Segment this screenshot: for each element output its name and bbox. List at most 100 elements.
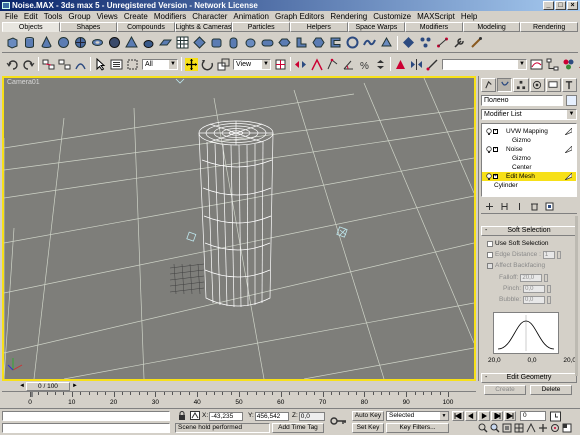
unlink-icon[interactable] xyxy=(58,58,71,71)
link-icon[interactable] xyxy=(42,58,55,71)
menu-views[interactable]: Views xyxy=(94,11,121,22)
object-color-swatch[interactable] xyxy=(566,95,577,106)
spinner-snap-icon[interactable] xyxy=(374,58,387,71)
modify-tab-icon[interactable] xyxy=(497,78,513,92)
teapot-icon[interactable] xyxy=(142,36,155,49)
set-key-button[interactable]: Set Key xyxy=(352,423,384,433)
cone-icon[interactable] xyxy=(40,36,53,49)
selection-filter-dropdown[interactable]: All ▼ xyxy=(142,58,178,70)
create-tab-icon[interactable] xyxy=(481,78,497,92)
tab-modeling[interactable]: Modeling xyxy=(462,22,521,32)
scale-icon[interactable] xyxy=(217,58,230,71)
spinner-arrows-icon[interactable] xyxy=(556,250,561,259)
menu-rendering[interactable]: Rendering xyxy=(327,11,370,22)
time-slider-thumb[interactable]: 0 / 100 xyxy=(26,382,70,391)
coord-z-field[interactable]: 0,0 xyxy=(298,411,325,421)
menu-group[interactable]: Group xyxy=(65,11,93,22)
menu-animation[interactable]: Animation xyxy=(230,11,272,22)
tab-space-warps[interactable]: Space Warps xyxy=(347,22,406,32)
use-soft-selection-checkbox[interactable] xyxy=(487,240,493,247)
ring-wave-icon[interactable] xyxy=(346,36,359,49)
tab-particles[interactable]: Particles xyxy=(232,22,290,32)
zoom-extents-all-icon[interactable] xyxy=(514,423,524,433)
stack-item-uvw-gizmo[interactable]: Gizmo xyxy=(482,136,576,145)
tab-shapes[interactable]: Shapes xyxy=(59,22,118,32)
percent-snap-icon[interactable]: % xyxy=(358,58,371,71)
wrench-icon[interactable] xyxy=(453,36,466,49)
stack-item-noise-center[interactable]: Center xyxy=(482,163,576,172)
reference-coord-dropdown[interactable]: View ▼ xyxy=(233,58,271,70)
zoom-all-icon[interactable] xyxy=(490,423,500,433)
plane-icon[interactable] xyxy=(159,36,172,49)
track-view-icon[interactable] xyxy=(530,58,543,71)
c-ext-icon[interactable] xyxy=(329,36,342,49)
set-key-icon[interactable] xyxy=(330,415,348,427)
camera-viewport[interactable]: Camera01 xyxy=(2,76,476,381)
paint-icon[interactable] xyxy=(470,36,483,49)
remove-modifier-icon[interactable] xyxy=(529,201,540,212)
sphere-icon[interactable] xyxy=(57,36,70,49)
cluster-icon[interactable] xyxy=(419,36,432,49)
tab-modifiers[interactable]: Modifiers xyxy=(405,22,463,32)
menu-customize[interactable]: Customize xyxy=(370,11,414,22)
prism-icon[interactable] xyxy=(380,36,393,49)
command-panel-scrollbar[interactable] xyxy=(575,216,578,376)
falloff-field[interactable]: 20,0 xyxy=(520,273,543,282)
schematic-view-icon[interactable] xyxy=(546,58,559,71)
time-slider[interactable]: ◄ 0 / 100 ► xyxy=(2,382,476,391)
stack-item-edit-mesh[interactable]: + Edit Mesh xyxy=(482,172,576,181)
minimize-button[interactable]: _ xyxy=(543,1,554,10)
orbit-icon[interactable] xyxy=(550,423,560,433)
mirror-axis-icon[interactable] xyxy=(410,58,423,71)
geosphere-icon[interactable] xyxy=(74,36,87,49)
collapse-icon[interactable]: - xyxy=(493,129,498,134)
motion-tab-icon[interactable] xyxy=(529,78,545,92)
tab-rendering[interactable]: Rendering xyxy=(520,22,578,32)
spinner-arrows-icon[interactable] xyxy=(547,295,552,304)
auto-key-button[interactable]: Auto Key xyxy=(352,411,384,421)
configure-sets-icon[interactable] xyxy=(544,201,555,212)
affect-backfacing-row[interactable]: Affect Backfacing xyxy=(487,261,545,270)
maxscript-listener-line-1[interactable] xyxy=(2,411,170,421)
menu-tools[interactable]: Tools xyxy=(41,11,66,22)
affect-backfacing-checkbox[interactable] xyxy=(487,262,493,269)
edge-distance-row[interactable]: Edge Distance : 1 xyxy=(487,250,561,259)
l-ext-icon[interactable] xyxy=(295,36,308,49)
edge-distance-field[interactable]: 1 xyxy=(542,250,555,259)
close-button[interactable]: × xyxy=(567,1,578,10)
network-icon[interactable] xyxy=(436,36,449,49)
menu-maxscript[interactable]: MAXScript xyxy=(414,11,458,22)
trackbar[interactable]: 0 10 20 30 40 50 60 70 80 90 100 xyxy=(2,391,476,407)
edit-geometry-rollout[interactable]: - Edit Geometry xyxy=(481,373,577,383)
named-selection-dropdown[interactable]: ▼ xyxy=(442,58,527,70)
bubble-field[interactable]: 0,0 xyxy=(523,295,546,304)
tab-lights-cameras[interactable]: Lights & Cameras xyxy=(174,22,233,32)
select-by-name-icon[interactable] xyxy=(110,58,123,71)
capsule-icon[interactable] xyxy=(261,36,274,49)
chamfer-cyl-icon[interactable] xyxy=(227,36,240,49)
next-frame-icon[interactable] xyxy=(491,411,503,421)
delete-button[interactable]: Delete xyxy=(530,385,572,395)
maximize-viewport-icon[interactable] xyxy=(562,423,572,433)
tube-icon[interactable] xyxy=(91,36,104,49)
move-icon[interactable] xyxy=(185,57,198,71)
time-config-icon[interactable] xyxy=(550,411,561,421)
gengon-icon[interactable] xyxy=(312,36,325,49)
menu-help[interactable]: Help xyxy=(458,11,480,22)
previous-frame-icon[interactable] xyxy=(465,411,477,421)
tab-objects[interactable]: Objects xyxy=(2,22,60,32)
maximize-button[interactable]: □ xyxy=(555,1,566,10)
hedra-icon[interactable] xyxy=(193,36,206,49)
material-editor-icon[interactable] xyxy=(562,58,575,71)
make-unique-icon[interactable] xyxy=(514,201,525,212)
light-bulb-icon[interactable] xyxy=(486,146,492,153)
modifier-list-dropdown[interactable]: Modifier List ▼ xyxy=(481,109,577,120)
region-select-icon[interactable] xyxy=(126,58,139,71)
expand-icon[interactable]: + xyxy=(493,174,498,179)
object-name-field[interactable]: Полено xyxy=(481,95,563,106)
display-tab-icon[interactable] xyxy=(545,78,561,92)
viewport-label[interactable]: Camera01 xyxy=(7,79,40,86)
spindle-icon[interactable] xyxy=(278,36,291,49)
field-of-view-icon[interactable] xyxy=(526,423,536,433)
tab-helpers[interactable]: Helpers xyxy=(289,22,348,32)
